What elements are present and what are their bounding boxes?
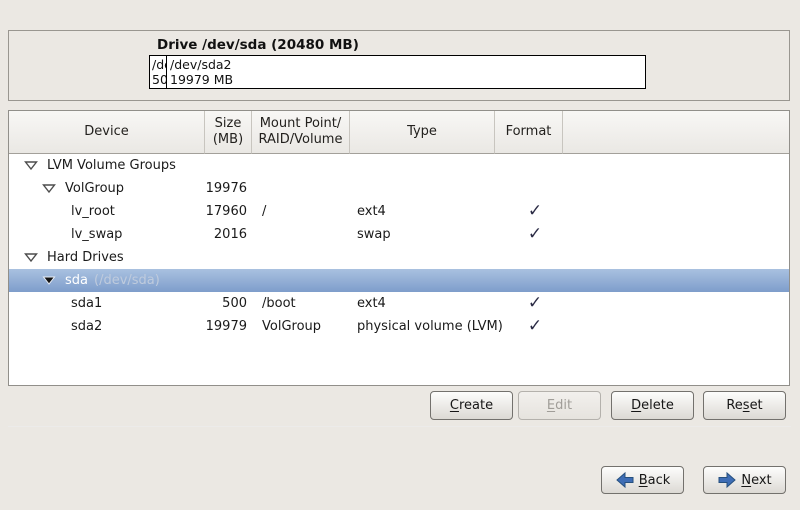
device-cell: LVM Volume Groups: [9, 158, 205, 173]
size-cell: 17960: [205, 204, 252, 219]
format-cell: ✓: [495, 318, 563, 335]
drive-title: Drive /dev/sda (20480 MB): [157, 37, 359, 53]
back-button[interactable]: Back: [601, 466, 684, 494]
partition-table: Device Size (MB) Mount Point/ RAID/Volum…: [8, 110, 790, 386]
back-arrow-icon: [615, 471, 635, 489]
segment-name: /dev/sda2: [170, 57, 645, 72]
mount-point-cell: /: [252, 204, 350, 219]
header-label: Format: [506, 124, 552, 140]
size-cell: 19976: [205, 181, 252, 196]
device-cell: lv_swap: [9, 227, 205, 242]
device-cell: sda2: [9, 319, 205, 334]
header-label: Size: [215, 116, 242, 132]
bottom-separator: [8, 426, 791, 427]
drive-partition-bar: /dev/sda1 500 MB /dev/sda2 19979 MB: [149, 55, 646, 89]
type-cell: ext4: [350, 296, 495, 311]
expander-open-icon[interactable]: [42, 275, 56, 286]
format-checkmark-icon: ✓: [528, 224, 542, 244]
table-body: LVM Volume Groups VolGroup 19976 lv_root 179…: [9, 154, 789, 338]
device-label: lv_root: [71, 204, 115, 219]
table-header-row: Device Size (MB) Mount Point/ RAID/Volum…: [9, 111, 789, 154]
device-cell: sda (/dev/sda): [9, 273, 205, 288]
header-mount-point: Mount Point/ RAID/Volume: [252, 111, 350, 154]
delete-button[interactable]: Delete: [611, 391, 694, 420]
device-label: sda1: [71, 296, 102, 311]
type-cell: swap: [350, 227, 495, 242]
reset-button[interactable]: Reset: [703, 391, 786, 420]
format-cell: ✓: [495, 226, 563, 243]
device-cell: VolGroup: [9, 181, 205, 196]
expander-open-icon[interactable]: [24, 252, 38, 263]
device-path-label: (/dev/sda): [94, 273, 160, 288]
device-cell: sda1: [9, 296, 205, 311]
table-row[interactable]: lv_root 17960/ext4 ✓: [9, 200, 789, 223]
next-arrow-icon: [717, 471, 737, 489]
header-label: Device: [84, 124, 128, 140]
table-row[interactable]: LVM Volume Groups: [9, 154, 789, 177]
device-label: VolGroup: [65, 181, 124, 196]
header-device: Device: [9, 111, 205, 154]
header-label: (MB): [213, 132, 243, 148]
device-label: lv_swap: [71, 227, 122, 242]
expander-open-icon[interactable]: [24, 160, 38, 171]
format-cell: ✓: [495, 295, 563, 312]
type-cell: ext4: [350, 204, 495, 219]
segment-size: 19979 MB: [170, 72, 645, 87]
header-type: Type: [350, 111, 495, 154]
create-button[interactable]: Create: [430, 391, 513, 420]
installer-window: { "drive_panel": { "title": "Drive /dev/…: [0, 0, 800, 510]
mount-point-cell: VolGroup: [252, 319, 350, 334]
device-cell: Hard Drives: [9, 250, 205, 265]
table-row[interactable]: VolGroup 19976: [9, 177, 789, 200]
size-cell: 2016: [205, 227, 252, 242]
partition-segment-sda2[interactable]: /dev/sda2 19979 MB: [167, 56, 645, 88]
table-row[interactable]: sda (/dev/sda): [9, 269, 789, 292]
header-format: Format: [495, 111, 563, 154]
format-checkmark-icon: ✓: [528, 293, 542, 313]
format-cell: ✓: [495, 203, 563, 220]
size-cell: 19979: [205, 319, 252, 334]
size-cell: 500: [205, 296, 252, 311]
header-filler: [563, 111, 789, 154]
type-cell: physical volume (LVM): [350, 319, 495, 334]
header-size: Size (MB): [205, 111, 252, 154]
table-row[interactable]: Hard Drives: [9, 246, 789, 269]
table-row[interactable]: lv_swap 2016 swap ✓: [9, 223, 789, 246]
header-label: Type: [407, 124, 437, 140]
edit-button: Edit: [518, 391, 601, 420]
segment-size: 500 MB: [152, 72, 166, 87]
next-button[interactable]: Next: [703, 466, 786, 494]
segment-name: /dev/sda1: [152, 57, 166, 72]
table-row[interactable]: sda1 500/bootext4 ✓: [9, 292, 789, 315]
format-checkmark-icon: ✓: [528, 316, 542, 336]
expander-open-icon[interactable]: [42, 183, 56, 194]
device-label: LVM Volume Groups: [47, 158, 176, 173]
device-label: sda: [65, 273, 88, 288]
partition-segment-sda1[interactable]: /dev/sda1 500 MB: [150, 56, 167, 88]
header-label: RAID/Volume: [259, 132, 343, 148]
header-label: Mount Point/: [260, 116, 342, 132]
drive-overview-panel: Drive /dev/sda (20480 MB) /dev/sda1 500 …: [8, 30, 790, 101]
mount-point-cell: /boot: [252, 296, 350, 311]
device-cell: lv_root: [9, 204, 205, 219]
device-label: Hard Drives: [47, 250, 124, 265]
device-label: sda2: [71, 319, 102, 334]
format-checkmark-icon: ✓: [528, 201, 542, 221]
table-row[interactable]: sda2 19979VolGroupphysical volume (LVM) ✓: [9, 315, 789, 338]
